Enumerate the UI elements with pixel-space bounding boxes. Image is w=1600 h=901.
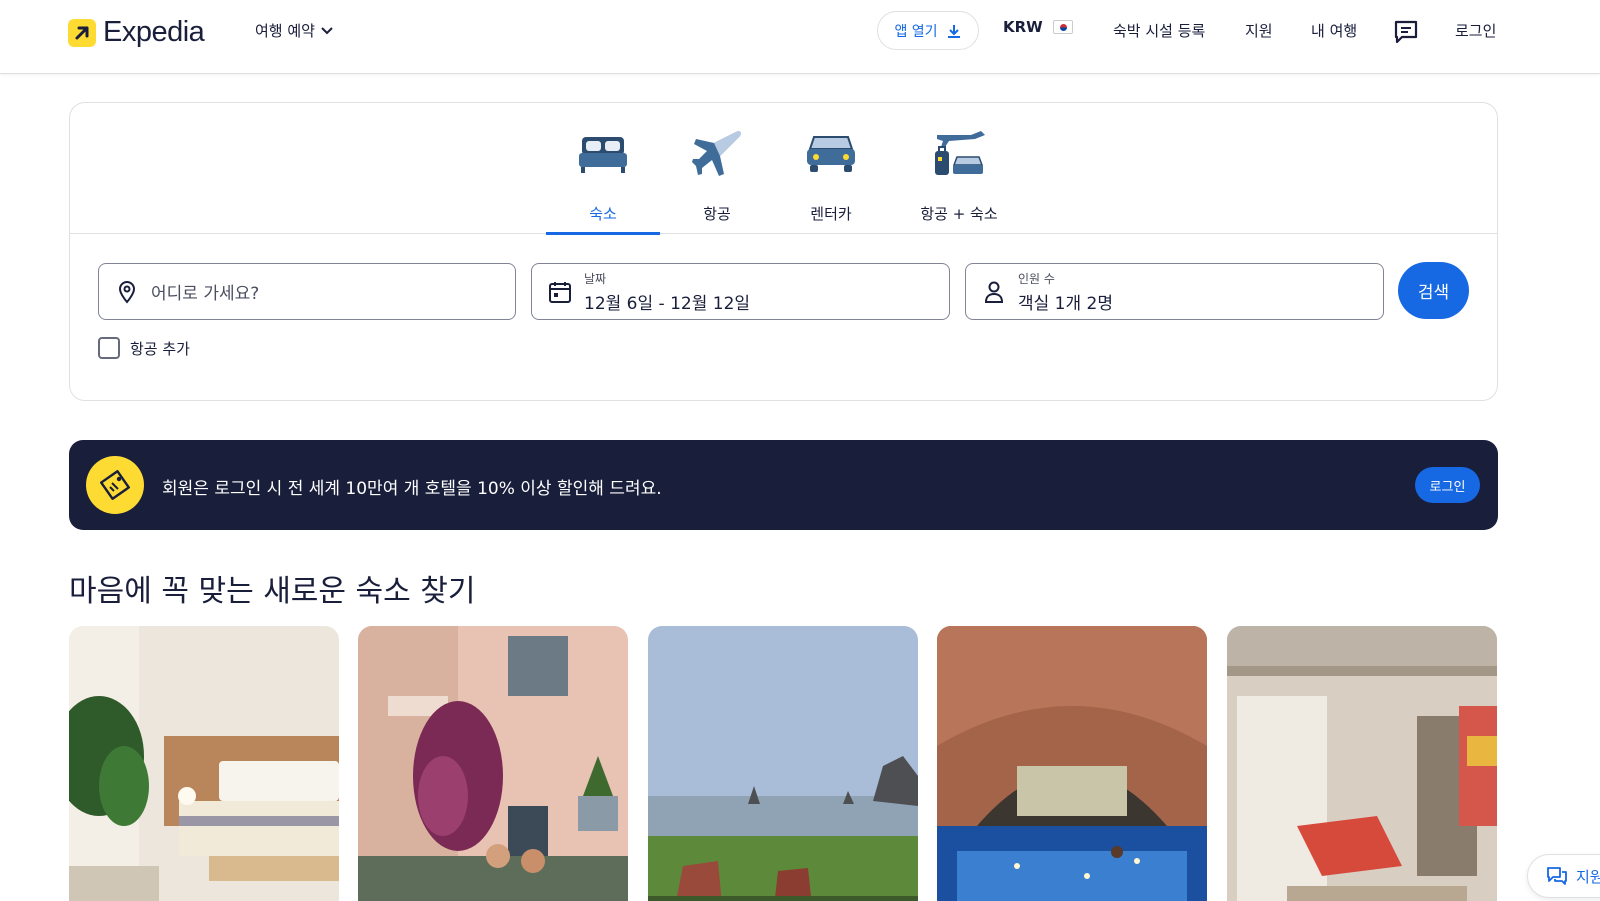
- property-card-bedroom[interactable]: [69, 626, 339, 901]
- add-flight-option[interactable]: 항공 추가: [98, 337, 190, 359]
- property-image-villa: [358, 626, 628, 901]
- property-card-lounge[interactable]: [1227, 626, 1497, 901]
- open-app-button[interactable]: 앱 열기: [877, 11, 979, 50]
- car-icon: [804, 123, 858, 183]
- search-button[interactable]: 검색: [1398, 262, 1469, 319]
- download-icon: [947, 24, 960, 38]
- plane-hotel-icon: [931, 123, 987, 183]
- tab-stays-label: 숙소: [589, 205, 617, 223]
- dates-value: 12월 6일 - 12월 12일: [584, 293, 751, 314]
- logo-arrow-icon: [68, 18, 96, 47]
- property-card-villa[interactable]: [358, 626, 628, 901]
- add-flight-label: 항공 추가: [130, 339, 190, 358]
- destination-input[interactable]: 어디로 가세요?: [98, 263, 516, 320]
- calendar-icon: [548, 280, 572, 304]
- bed-icon: [576, 123, 630, 183]
- property-image-bedroom: [69, 626, 339, 901]
- list-property-link[interactable]: 숙박 시설 등록: [1113, 20, 1205, 41]
- travelers-label: 인원 수: [1018, 271, 1055, 286]
- tab-flight-hotel[interactable]: 항공 + 숙소: [896, 123, 1022, 234]
- destination-placeholder: 어디로 가세요?: [151, 284, 260, 304]
- property-card-pool[interactable]: [937, 626, 1207, 901]
- support-link[interactable]: 지원: [1245, 20, 1273, 41]
- travelers-field[interactable]: 인원 수 객실 1개 2명: [965, 263, 1384, 320]
- discount-tag-icon: [86, 456, 144, 514]
- section-title: 마음에 꼭 맞는 새로운 숙소 찾기: [69, 574, 476, 609]
- banner-message: 회원은 로그인 시 전 세계 10만여 개 호텔을 10% 이상 할인해 드려요…: [162, 479, 662, 499]
- help-bubble-label: 지원: [1576, 867, 1600, 886]
- property-card-beach[interactable]: [648, 626, 918, 901]
- search-card: 숙소 항공 렌터카 항공 + 숙소 어디로 가세요? 날짜 12월 6일 - 1…: [69, 102, 1498, 401]
- chat-bubbles-icon: [1547, 867, 1567, 885]
- add-flight-checkbox[interactable]: [98, 337, 120, 359]
- open-app-label: 앱 열기: [894, 23, 938, 40]
- search-tabs: 숙소 항공 렌터카 항공 + 숙소: [70, 103, 1497, 235]
- location-pin-icon: [115, 280, 139, 304]
- chevron-down-icon: [321, 26, 333, 34]
- member-discount-banner: 회원은 로그인 시 전 세계 10만여 개 호텔을 10% 이상 할인해 드려요…: [69, 440, 1498, 530]
- korea-flag-icon: [1052, 20, 1073, 34]
- property-image-lounge: [1227, 626, 1497, 901]
- property-image-beach: [648, 626, 918, 901]
- login-link[interactable]: 로그인: [1455, 20, 1496, 41]
- tab-cars-label: 렌터카: [810, 205, 852, 223]
- tab-flight-hotel-label: 항공 + 숙소: [920, 205, 998, 223]
- currency-label: KRW: [1003, 18, 1043, 36]
- tab-cars[interactable]: 렌터카: [774, 123, 888, 234]
- airplane-icon: [690, 123, 744, 183]
- trip-menu-label: 여행 예약: [255, 22, 315, 40]
- expedia-logo[interactable]: Expedia: [68, 16, 205, 49]
- dates-label: 날짜: [584, 271, 607, 286]
- my-trips-link[interactable]: 내 여행: [1311, 20, 1357, 41]
- property-image-pool: [937, 626, 1207, 901]
- logo-text: Expedia: [103, 16, 205, 48]
- banner-login-button[interactable]: 로그인: [1415, 467, 1480, 503]
- chat-icon[interactable]: [1393, 19, 1419, 49]
- tab-flights[interactable]: 항공: [660, 123, 774, 234]
- travelers-value: 객실 1개 2명: [1018, 293, 1113, 314]
- tab-stays[interactable]: 숙소: [546, 123, 660, 235]
- dates-field[interactable]: 날짜 12월 6일 - 12월 12일: [531, 263, 950, 320]
- help-chat-bubble[interactable]: 지원: [1527, 854, 1600, 898]
- currency-selector[interactable]: KRW: [1003, 18, 1073, 36]
- trip-booking-menu[interactable]: 여행 예약: [255, 20, 333, 41]
- person-icon: [982, 280, 1006, 304]
- top-header: Expedia 여행 예약 앱 열기 KRW 숙박 시설 등록 지원 내 여행 …: [0, 0, 1600, 74]
- tab-flights-label: 항공: [703, 205, 731, 223]
